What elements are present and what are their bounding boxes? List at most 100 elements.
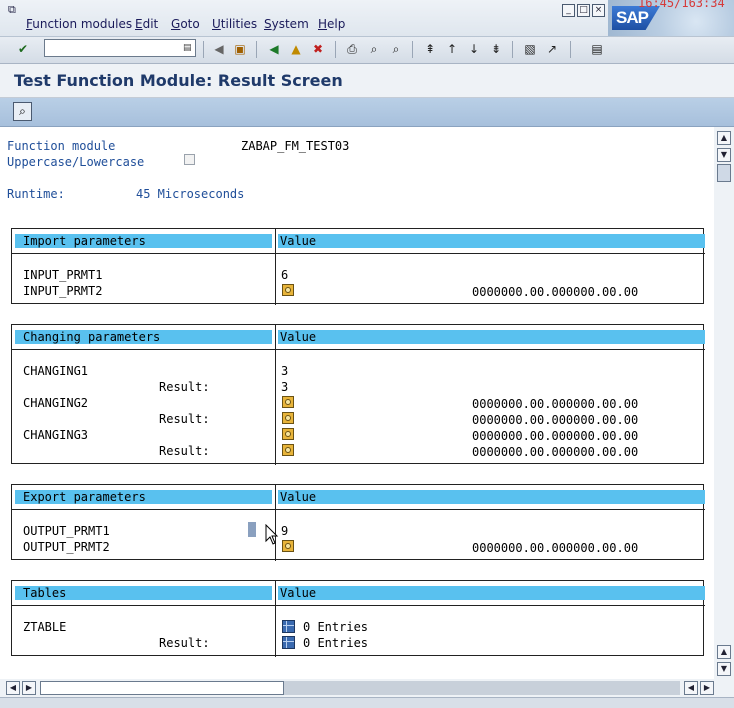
changing-parameters-section: Changing parameters Value CHANGING1 3 Re… <box>11 324 705 465</box>
new-session-icon[interactable]: ▧ <box>521 40 539 58</box>
vertical-scroll-thumb[interactable] <box>717 164 731 182</box>
section-header-bar <box>278 330 705 344</box>
menu-mnemonic: F <box>26 17 33 31</box>
param-name: CHANGING2 <box>23 396 89 410</box>
column-divider <box>275 581 276 657</box>
runtime-label: Runtime: <box>7 187 65 201</box>
toolbar-separator <box>256 41 257 58</box>
param-value[interactable]: 0000000.00.000000.00.00 <box>472 285 638 299</box>
param-value[interactable]: 6 <box>281 268 288 282</box>
print-icon[interactable]: ⎙ <box>343 40 361 58</box>
param-value[interactable]: 3 <box>281 364 288 378</box>
param-value: 0000000.00.000000.00.00 <box>472 541 639 555</box>
previous-page-icon[interactable]: ↑ <box>443 40 461 58</box>
mouse-pointer-icon <box>265 524 279 545</box>
toolbar-separator <box>412 41 413 58</box>
param-value[interactable]: 0000000.00.000000.00.00 <box>472 397 638 411</box>
menu-system[interactable]: System <box>264 17 309 31</box>
scroll-down-icon[interactable]: ▼ <box>717 148 731 162</box>
back-icon[interactable]: ◀ <box>265 40 283 58</box>
menu-help[interactable]: Help <box>318 17 345 31</box>
menu-mnemonic: E <box>135 17 143 31</box>
restore-button[interactable]: □ <box>577 4 590 17</box>
close-button[interactable]: × <box>592 4 605 17</box>
param-name: CHANGING1 <box>23 364 89 378</box>
command-history-icon[interactable]: ▤ <box>183 42 193 54</box>
param-name: CHANGING3 <box>23 428 89 442</box>
timestamp-icon[interactable] <box>282 540 294 552</box>
toolbar-separator <box>570 41 571 58</box>
timestamp-icon[interactable] <box>282 428 294 440</box>
toolbar-separator <box>335 41 336 58</box>
menu-utilities[interactable]: Utilities <box>212 17 257 31</box>
param-name: OUTPUT_PRMT2 <box>23 540 110 554</box>
function-module-value: ZABAP_FM_TEST03 <box>241 139 350 153</box>
first-page-icon[interactable]: ⇞ <box>421 40 439 58</box>
scroll-up-icon[interactable]: ▲ <box>717 131 731 145</box>
enter-checkmark-icon[interactable]: ✔ <box>14 40 32 58</box>
result-value: 0000000.00.000000.00.00 <box>472 413 639 427</box>
table-icon[interactable] <box>282 636 295 649</box>
table-name: ZTABLE <box>23 620 67 634</box>
menu-goto[interactable]: Goto <box>171 17 200 31</box>
cancel-icon[interactable]: ✖ <box>309 40 327 58</box>
result-value: 0000000.00.000000.00.00 <box>472 445 639 459</box>
system-clock: 16:45/163:34 <box>638 0 725 10</box>
left-arrow-icon[interactable]: ◀ <box>210 40 228 58</box>
page-title: Test Function Module: Result Screen <box>14 71 343 90</box>
help-icon[interactable]: ▤ <box>588 40 606 58</box>
value-column-header: Value <box>280 586 317 600</box>
last-page-icon[interactable]: ⇟ <box>487 40 505 58</box>
menu-function-modules[interactable]: Function modules <box>26 17 132 31</box>
timestamp-icon[interactable] <box>282 412 294 424</box>
text-cursor-marker <box>248 522 256 537</box>
menu-mnemonic: U <box>212 17 221 31</box>
value-column-header: Value <box>280 490 317 504</box>
export-parameters-title: Export parameters <box>23 490 146 504</box>
scroll-up-icon[interactable]: ▲ <box>717 645 731 659</box>
scroll-left-icon[interactable]: ◀ <box>684 681 698 695</box>
column-divider <box>275 229 276 305</box>
find-icon[interactable]: ⌕ <box>365 40 383 58</box>
header-divider <box>12 349 705 350</box>
exit-icon[interactable]: ▲ <box>287 40 305 58</box>
header-divider <box>12 509 705 510</box>
find-next-icon[interactable]: ⌕ <box>387 40 405 58</box>
horizontal-scroll-thumb[interactable] <box>40 681 284 695</box>
scroll-right-icon[interactable]: ▶ <box>22 681 36 695</box>
result-label: Result: <box>159 444 210 458</box>
column-divider <box>275 325 276 465</box>
timestamp-icon[interactable] <box>282 284 294 296</box>
uppercase-lowercase-checkbox[interactable] <box>184 154 195 165</box>
command-field[interactable] <box>44 39 196 57</box>
sap-system-icon[interactable]: ⧉ <box>8 3 16 17</box>
scroll-right-icon[interactable]: ▶ <box>700 681 714 695</box>
import-parameters-section: Import parameters Value INPUT_PRMT1 6 IN… <box>11 228 705 305</box>
shortcut-icon[interactable]: ↗ <box>543 40 561 58</box>
minimize-button[interactable]: _ <box>562 4 575 17</box>
timestamp-icon[interactable] <box>282 396 294 408</box>
next-page-icon[interactable]: ↓ <box>465 40 483 58</box>
table-icon[interactable] <box>282 620 295 633</box>
result-label: Result: <box>159 412 210 426</box>
scroll-left-icon[interactable]: ◀ <box>6 681 20 695</box>
table-entries[interactable]: 0 Entries <box>303 620 368 634</box>
case-sensitivity-label: Uppercase/Lowercase <box>7 155 145 169</box>
sap-branding: SAP 16:45/163:34 <box>608 0 734 36</box>
column-divider <box>275 485 276 561</box>
param-value[interactable]: 0000000.00.000000.00.00 <box>472 429 638 443</box>
tables-title: Tables <box>23 586 67 600</box>
scroll-down-icon[interactable]: ▼ <box>717 662 731 676</box>
vertical-scrollbar[interactable]: ▲ ▼ ▲ ▼ <box>714 127 734 679</box>
header-divider <box>12 605 705 606</box>
param-name: INPUT_PRMT2 <box>23 284 103 298</box>
timestamp-icon[interactable] <box>282 444 294 456</box>
save-icon[interactable]: ▣ <box>231 40 249 58</box>
param-name: OUTPUT_PRMT1 <box>23 524 110 538</box>
table-entries[interactable]: 0 Entries <box>303 636 368 650</box>
menu-edit[interactable]: Edit <box>135 17 158 31</box>
find-magnifier-icon[interactable]: ⌕ <box>13 102 32 121</box>
horizontal-scrollbar[interactable]: ◀ ▶ ◀ ▶ <box>0 679 734 697</box>
menu-mnemonic: H <box>318 17 328 31</box>
section-header-bar <box>278 586 705 600</box>
